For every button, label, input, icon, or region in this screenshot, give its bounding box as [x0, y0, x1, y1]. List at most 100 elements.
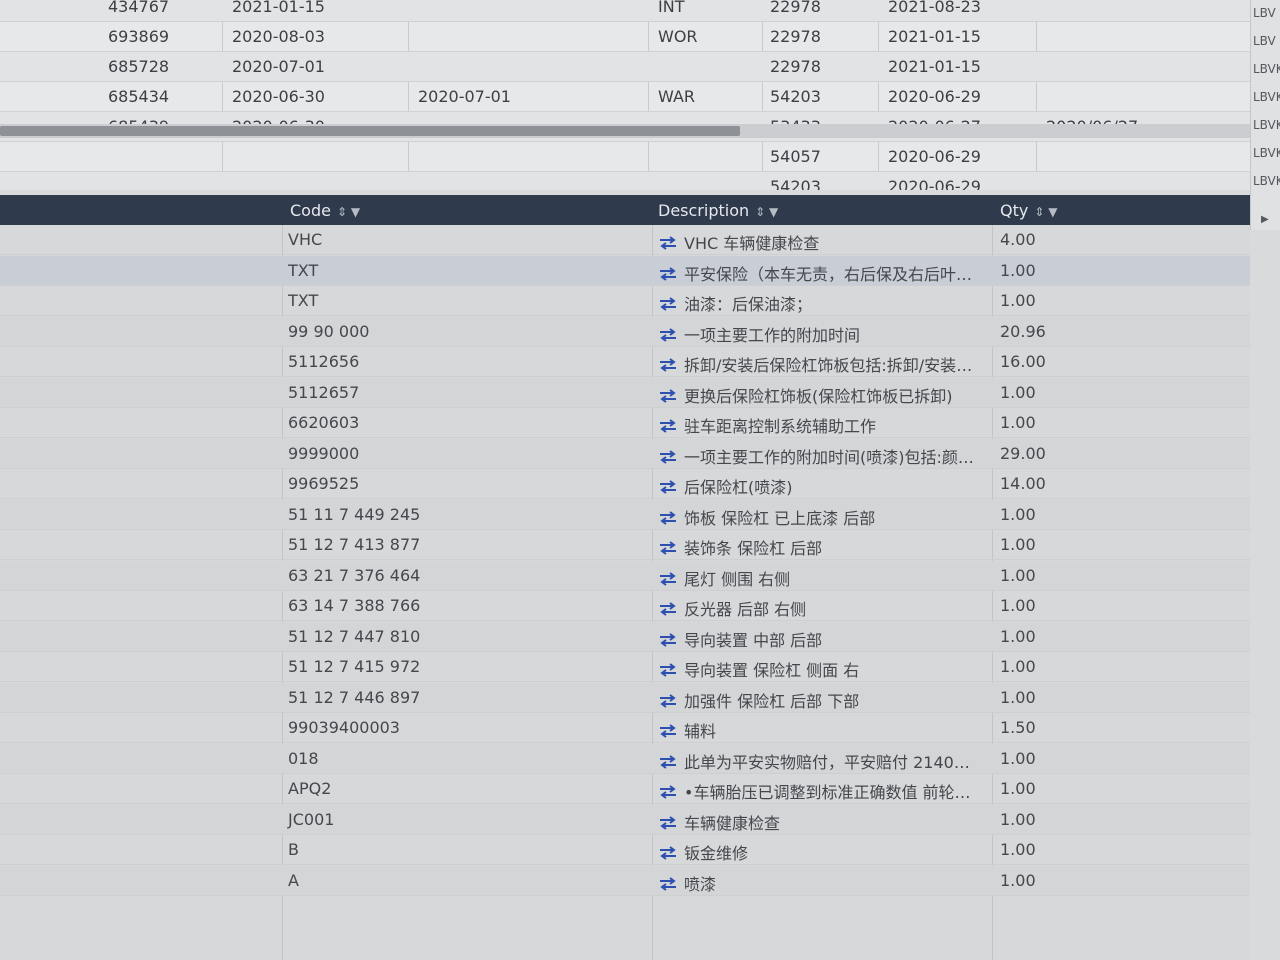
swap-arrows-icon[interactable]	[658, 449, 678, 464]
swap-arrows-icon[interactable]	[658, 418, 678, 433]
column-header-description[interactable]: Description ⇕ ▼	[658, 201, 778, 220]
horizontal-scrollbar[interactable]	[0, 124, 1280, 138]
cell-code: 6620603	[288, 413, 360, 432]
scroll-right-icon[interactable]: ▶	[1261, 214, 1269, 225]
swap-arrows-icon[interactable]	[658, 571, 678, 586]
swap-arrows-icon[interactable]	[658, 540, 678, 555]
cell-description: 更换后保险杠饰板(保险杠饰板已拆卸)	[658, 383, 976, 407]
table-row[interactable]: A 喷漆 1.00	[0, 865, 1250, 896]
sort-updown-icon[interactable]: ⇕ ▼	[1034, 205, 1057, 219]
description-text: VHC 车辆健康检查	[684, 234, 820, 253]
sort-updown-icon[interactable]: ⇕ ▼	[755, 205, 778, 219]
right-column-strip: LBV LBV LBVK LBVK LBVK LBVK LBVK ▶	[1250, 0, 1280, 230]
top-cell-date1: 2020-06-30	[232, 87, 325, 106]
description-text: 一项主要工作的附加时间	[684, 325, 861, 345]
column-header-code[interactable]: Code ⇕ ▼	[290, 201, 360, 220]
table-row[interactable]: 63 14 7 388 766 反光器 后部 右侧 1.00	[0, 591, 1250, 621]
swap-arrows-icon[interactable]	[658, 479, 678, 494]
table-row[interactable]: 9999000 一项主要工作的附加时间(喷漆)包括:颜料混… 29.00	[0, 438, 1250, 469]
top-table-row[interactable]: 685434 2020-06-30 2020-07-01 WAR 54203 2020-0…	[0, 82, 1280, 112]
cell-description: 装饰条 保险杠 后部	[658, 535, 976, 559]
table-row[interactable]: 6620603 驻车距离控制系统辅助工作 1.00	[0, 408, 1250, 438]
swap-arrows-icon[interactable]	[658, 266, 678, 281]
table-row[interactable]: JC001 车辆健康检查 1.00	[0, 804, 1250, 835]
swap-arrows-icon[interactable]	[658, 296, 678, 311]
cell-qty: 1.00	[1000, 870, 1036, 890]
top-cell-date1: 2020-08-03	[232, 27, 325, 46]
swap-arrows-icon[interactable]	[658, 876, 678, 891]
swap-arrows-icon[interactable]	[658, 845, 678, 860]
table-row[interactable]: VHC VHC 车辆健康检查 4.00	[0, 225, 1250, 255]
top-cell-date3: 2021-08-23	[888, 0, 981, 16]
table-row[interactable]: 018 此单为平安实物赔付，平安赔付 21400 元… 1.00	[0, 743, 1250, 774]
description-text: 导向装置 中部 后部	[684, 630, 823, 650]
cell-description: 钣金维修	[658, 840, 976, 864]
cell-qty: 1.00	[1000, 382, 1036, 402]
table-row[interactable]: 9969525 后保险杠(喷漆) 14.00	[0, 469, 1250, 499]
cell-qty: 1.00	[1000, 748, 1036, 768]
table-row[interactable]: APQ2 •车辆胎压已调整到标准正确数值 前轮：2.4… 1.00	[0, 774, 1250, 804]
job-lines-grid: Code ⇕ ▼ Description ⇕ ▼ Qty ⇕ ▼ VHC VHC 车辆健…	[0, 195, 1250, 960]
cell-code: 99 90 000	[288, 321, 370, 341]
table-row[interactable]: 51 12 7 415 972 导向装置 保险杠 侧面 右 1.00	[0, 652, 1250, 682]
swap-arrows-icon[interactable]	[658, 662, 678, 677]
swap-arrows-icon[interactable]	[658, 693, 678, 708]
description-text: 饰板 保险杠 已上底漆 后部	[684, 508, 876, 528]
top-table-row[interactable]: 434767 2021-01-15 INT 22978 2021-08-23	[0, 0, 1280, 22]
table-row[interactable]: 51 12 7 413 877 装饰条 保险杠 后部 1.00	[0, 530, 1250, 560]
cell-code: B	[288, 840, 299, 859]
top-cell-id: 685434	[108, 87, 170, 106]
column-header-qty[interactable]: Qty ⇕ ▼	[1000, 201, 1057, 220]
description-text: •车辆胎压已调整到标准正确数值 前轮：2.4…	[684, 783, 976, 802]
table-row[interactable]: 63 21 7 376 464 尾灯 侧围 右侧 1.00	[0, 560, 1250, 591]
swap-arrows-icon[interactable]	[658, 784, 678, 799]
cell-qty: 1.00	[1000, 779, 1036, 798]
top-cell-id: 693869	[108, 27, 170, 46]
swap-arrows-icon[interactable]	[658, 235, 678, 250]
table-row[interactable]: B 钣金维修 1.00	[0, 835, 1250, 865]
top-cell-type: WAR	[658, 87, 696, 106]
table-row[interactable]: 5112657 更换后保险杠饰板(保险杠饰板已拆卸) 1.00	[0, 377, 1250, 408]
swap-arrows-icon[interactable]	[658, 815, 678, 830]
sort-updown-icon[interactable]: ⇕ ▼	[337, 205, 360, 219]
top-table-row[interactable]: 54057 2020-06-29	[0, 142, 1280, 172]
top-cell-date3: 2020-06-29	[888, 147, 981, 166]
top-table-row[interactable]: 693869 2020-08-03 WOR 22978 2021-01-15	[0, 22, 1280, 52]
description-text: 反光器 后部 右侧	[684, 600, 807, 619]
table-row[interactable]: 99039400003 辅料 1.50	[0, 713, 1250, 743]
description-text: 尾灯 侧围 右侧	[684, 569, 791, 589]
top-cell-code: 22978	[770, 57, 821, 76]
swap-arrows-icon[interactable]	[658, 327, 678, 342]
scrollbar-thumb[interactable]	[0, 126, 740, 136]
swap-arrows-icon[interactable]	[658, 601, 678, 616]
swap-arrows-icon[interactable]	[658, 388, 678, 403]
top-table-row[interactable]: 685728 2020-07-01 22978 2021-01-15	[0, 52, 1280, 82]
cell-qty: 1.50	[1000, 718, 1036, 737]
cell-code: 63 14 7 388 766	[288, 596, 421, 615]
cell-code: 5112657	[288, 382, 360, 402]
swap-arrows-icon[interactable]	[658, 754, 678, 769]
top-cell-code: 22978	[770, 0, 821, 16]
swap-arrows-icon[interactable]	[658, 357, 678, 372]
swap-arrows-icon[interactable]	[658, 723, 678, 738]
top-cell-date3: 2021-01-15	[888, 27, 981, 46]
top-table-row[interactable]: 54203 2020-06-29	[0, 172, 1280, 190]
table-row[interactable]: 51 12 7 447 810 导向装置 中部 后部 1.00	[0, 621, 1250, 652]
swap-arrows-icon[interactable]	[658, 510, 678, 525]
table-row[interactable]: 99 90 000 一项主要工作的附加时间 20.96	[0, 316, 1250, 347]
cell-qty: 20.96	[1000, 321, 1046, 341]
table-row[interactable]: 51 12 7 446 897 加强件 保险杠 后部 下部 1.00	[0, 682, 1250, 713]
table-row[interactable]: TXT 平安保险（本车无责，右后保及右后叶尾灯… 1.00	[0, 255, 1250, 286]
cell-qty: 1.00	[1000, 657, 1036, 676]
table-row[interactable]: 5112656 拆卸/安装后保险杠饰板包括:拆卸/安装尾灯 16.00	[0, 347, 1250, 377]
cell-qty: 1.00	[1000, 687, 1036, 707]
table-row[interactable]: TXT 油漆：后保油漆； 1.00	[0, 286, 1250, 316]
description-text: 喷漆	[684, 874, 717, 894]
table-row[interactable]: 51 11 7 449 245 饰板 保险杠 已上底漆 后部 1.00	[0, 499, 1250, 530]
top-cell-date3: 2020-06-29	[888, 87, 981, 106]
rail-cell: LBVK	[1253, 146, 1280, 160]
cell-description: 喷漆	[658, 871, 976, 895]
swap-arrows-icon[interactable]	[658, 632, 678, 647]
cell-qty: 14.00	[1000, 474, 1046, 493]
cell-qty: 1.00	[1000, 260, 1036, 280]
